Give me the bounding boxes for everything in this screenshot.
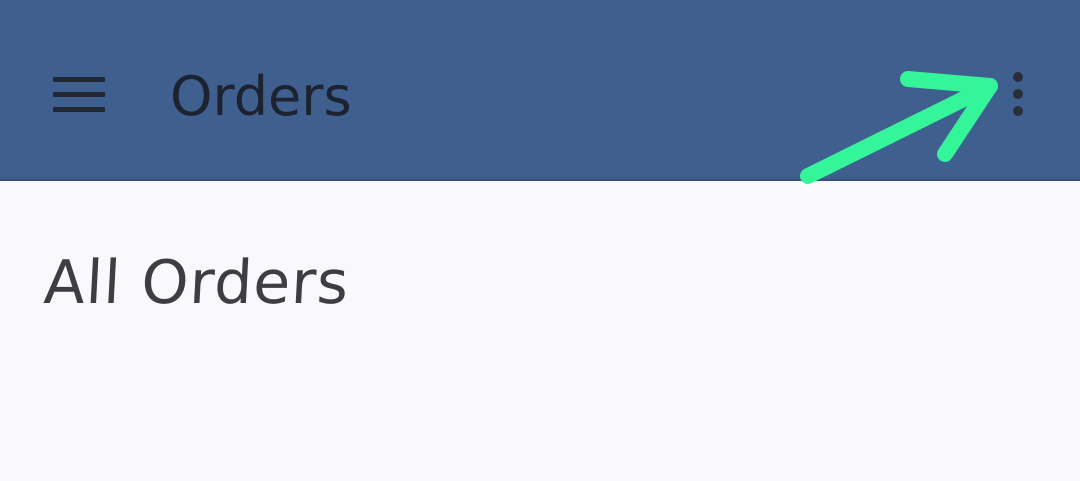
more-vertical-icon-dot <box>1013 89 1023 99</box>
page-title: Orders <box>170 65 352 128</box>
top-app-bar: Orders <box>0 0 1080 181</box>
hamburger-menu-icon-bar <box>53 91 105 97</box>
section-heading-all-orders: All Orders <box>42 248 352 318</box>
more-vertical-icon-dot <box>1013 106 1023 116</box>
app-screen: Orders All Orders <box>0 0 1080 481</box>
hamburger-menu-icon <box>53 76 105 82</box>
more-vertical-icon <box>1013 72 1023 82</box>
overflow-menu-button[interactable] <box>996 62 1040 126</box>
hamburger-menu-button[interactable] <box>44 62 114 126</box>
hamburger-menu-icon-bar <box>53 106 105 112</box>
